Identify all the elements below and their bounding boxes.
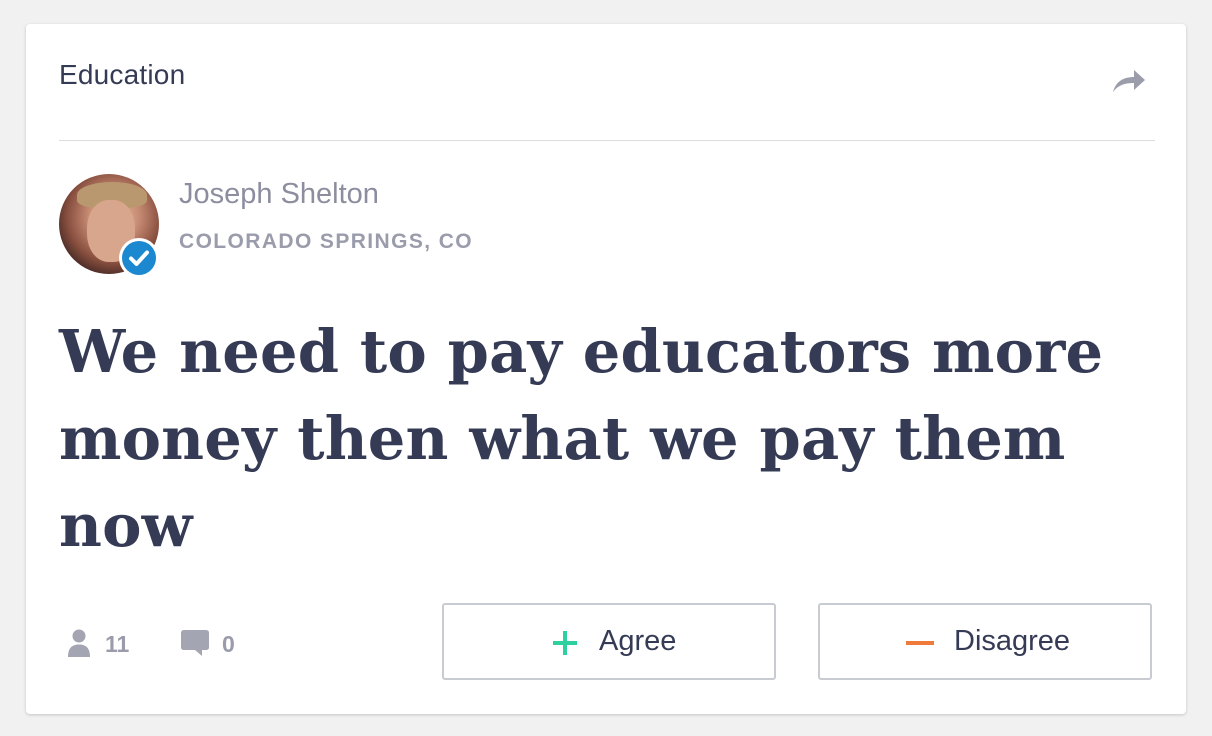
statement-text[interactable]: We need to pay educators more money then… — [59, 308, 1119, 569]
statement-card: Education Joseph Shelton COLORADO SPRING… — [26, 24, 1186, 714]
author-name[interactable]: Joseph Shelton — [179, 178, 379, 211]
person-icon — [68, 629, 90, 657]
share-arrow-icon — [1113, 70, 1145, 92]
card-header: Education — [59, 24, 1155, 141]
agree-label: Agree — [599, 625, 677, 657]
followers-stat[interactable]: 11 — [67, 627, 147, 661]
disagree-button[interactable]: Disagree — [818, 603, 1152, 680]
stats-bar: 11 0 — [67, 627, 327, 661]
author-block: Joseph Shelton COLORADO SPRINGS, CO — [59, 174, 759, 278]
followers-count: 11 — [105, 631, 130, 657]
checkmark-icon — [129, 250, 149, 266]
verified-badge — [119, 238, 159, 278]
category-link[interactable]: Education — [59, 59, 185, 91]
author-location: COLORADO SPRINGS, CO — [179, 230, 474, 253]
comments-stat[interactable]: 0 — [180, 627, 260, 661]
agree-button[interactable]: Agree — [442, 603, 776, 680]
disagree-label: Disagree — [954, 625, 1071, 657]
minus-icon — [906, 641, 934, 645]
comments-count: 0 — [222, 631, 235, 657]
share-button[interactable] — [1109, 66, 1149, 98]
plus-icon — [553, 631, 577, 655]
comment-icon — [181, 630, 209, 656]
